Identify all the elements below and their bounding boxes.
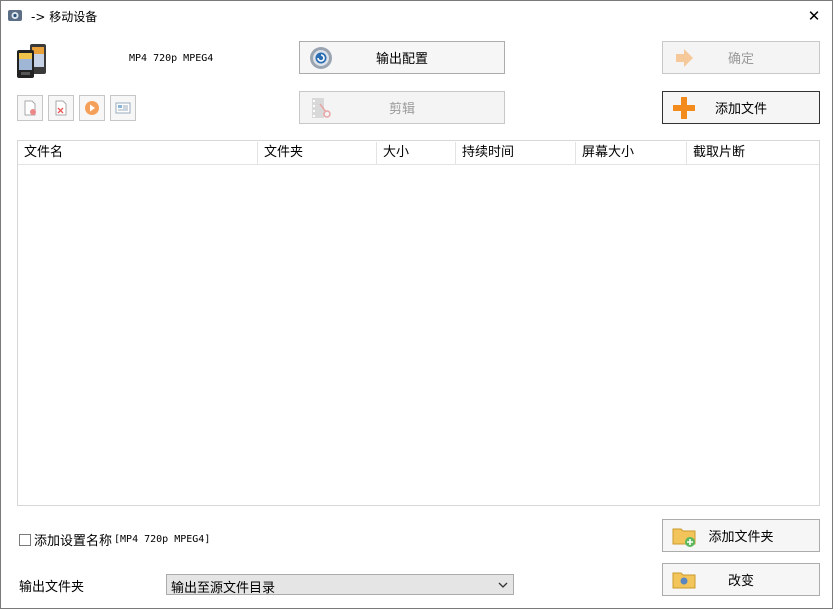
dialog-window: -> 移动设备 ✕ MP4 720p MPEG4 输出配置 确定 剪辑 添加文件… — [0, 0, 833, 609]
ok-label: 确定 — [727, 52, 754, 67]
media-info-button[interactable] — [110, 95, 136, 121]
change-label: 改变 — [727, 574, 754, 589]
remove-file-icon — [24, 100, 36, 116]
app-icon — [8, 10, 22, 21]
change-button[interactable]: 改变 — [662, 563, 820, 596]
gear-icon — [310, 46, 332, 69]
close-icon: ✕ — [807, 7, 821, 25]
window-title: -> 移动设备 — [31, 10, 98, 24]
column-folder[interactable]: 文件夹 — [258, 142, 377, 164]
output-folder-select[interactable]: 输出至源文件目录 — [166, 574, 514, 596]
arrow-right-icon — [676, 48, 693, 67]
close-button[interactable]: ✕ — [804, 6, 824, 26]
chevron-down-icon — [498, 582, 508, 588]
output-folder-value: 输出至源文件目录 — [171, 581, 276, 596]
clear-list-button[interactable] — [48, 95, 74, 121]
add-folder-button[interactable]: 添加文件夹 — [662, 519, 820, 552]
edit-label: 剪辑 — [388, 102, 415, 117]
folder-add-icon — [672, 528, 696, 547]
play-icon — [85, 101, 99, 115]
edit-button[interactable]: 剪辑 — [299, 91, 505, 124]
column-size[interactable]: 大小 — [377, 142, 456, 164]
add-setting-name-label: 添加设置名称 — [34, 534, 113, 549]
column-screen-size[interactable]: 屏幕大小 — [576, 142, 687, 164]
column-filename[interactable]: 文件名 — [18, 142, 258, 164]
column-clip[interactable]: 截取片断 — [687, 142, 819, 164]
play-button[interactable] — [79, 95, 105, 121]
title-bar: -> 移动设备 ✕ — [1, 1, 832, 31]
output-config-button[interactable]: 输出配置 — [299, 41, 505, 74]
file-list[interactable]: 文件名 文件夹 大小 持续时间 屏幕大小 截取片断 — [17, 140, 820, 506]
output-folder-label: 输出文件夹 — [19, 580, 85, 595]
scissors-film-icon — [312, 97, 331, 118]
add-setting-name-checkbox[interactable] — [19, 533, 31, 546]
remove-button[interactable] — [17, 95, 43, 121]
add-file-label: 添加文件 — [714, 102, 767, 117]
add-setting-name-profile: [MP4 720p MPEG4] — [114, 534, 211, 545]
clear-icon — [55, 100, 67, 116]
add-setting-name-option[interactable]: 添加设置名称 [MP4 720p MPEG4] — [19, 530, 210, 549]
add-file-button[interactable]: 添加文件 — [662, 91, 820, 124]
profile-label: MP4 720p MPEG4 — [129, 53, 214, 64]
info-icon — [115, 102, 131, 114]
plus-icon — [673, 96, 695, 119]
folder-icon — [672, 572, 696, 588]
ok-button[interactable]: 确定 — [662, 41, 820, 74]
column-duration[interactable]: 持续时间 — [456, 142, 576, 164]
mobile-device-icon — [17, 44, 46, 78]
add-folder-label: 添加文件夹 — [708, 530, 774, 545]
output-config-label: 输出配置 — [375, 52, 428, 67]
file-list-header: 文件名 文件夹 大小 持续时间 屏幕大小 截取片断 — [18, 142, 819, 165]
